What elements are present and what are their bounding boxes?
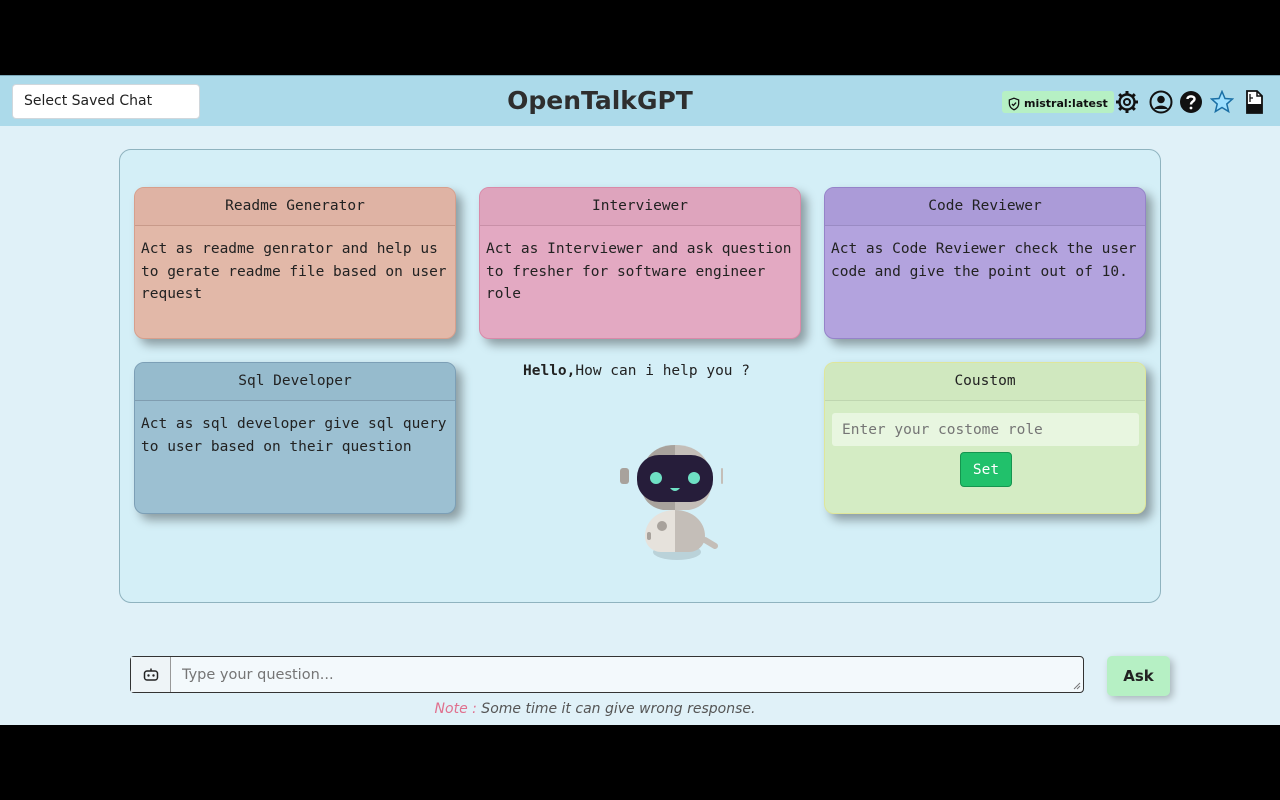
greeting-question: How can i help you ?: [575, 363, 750, 379]
role-card-description: Act as readme genrator and help us to ge…: [141, 241, 447, 302]
role-card-title: Code Reviewer: [825, 188, 1145, 226]
role-card-description: Act as Code Reviewer check the user code…: [831, 241, 1137, 280]
question-box: [130, 656, 1084, 693]
role-card-code-reviewer[interactable]: Code Reviewer Act as Code Reviewer check…: [824, 187, 1146, 339]
role-card-title: Coustom: [825, 363, 1145, 401]
custom-role-input[interactable]: [832, 413, 1139, 446]
greeting-text: Hello,How can i help you ?: [523, 363, 750, 379]
app-root: Select Saved Chat OpenTalkGPT mistral:la…: [0, 75, 1280, 725]
shield-check-icon: [1008, 96, 1020, 111]
model-name: mistral:latest: [1024, 97, 1108, 110]
settings-gear-icon[interactable]: [1114, 89, 1140, 115]
help-icon[interactable]: [1178, 89, 1204, 115]
top-header: Select Saved Chat OpenTalkGPT mistral:la…: [0, 75, 1280, 126]
role-card-title: Interviewer: [480, 188, 800, 226]
resize-grip-icon[interactable]: [1073, 682, 1081, 690]
note-text: Some time it can give wrong response.: [476, 701, 756, 717]
role-card-description: Act as sql developer give sql query to u…: [141, 416, 447, 455]
robot-icon: [131, 657, 171, 692]
user-profile-icon[interactable]: [1148, 89, 1174, 115]
model-badge[interactable]: mistral:latest: [1002, 91, 1114, 113]
role-card-title: Readme Generator: [135, 188, 455, 226]
set-custom-role-button[interactable]: Set: [960, 452, 1012, 487]
ask-button[interactable]: Ask: [1107, 656, 1170, 696]
star-icon[interactable]: [1209, 89, 1235, 115]
robot-mascot-image: [620, 445, 723, 560]
role-panel: Readme Generator Act as readme genrator …: [119, 149, 1161, 603]
role-card-custom: Coustom Set: [824, 362, 1146, 514]
note-label: Note :: [434, 701, 477, 717]
rag-document-icon[interactable]: [1241, 89, 1267, 115]
question-input[interactable]: [171, 657, 1083, 692]
role-card-title: Sql Developer: [135, 363, 455, 401]
disclaimer-note: Note : Some time it can give wrong respo…: [0, 701, 1190, 717]
role-card-interviewer[interactable]: Interviewer Act as Interviewer and ask q…: [479, 187, 801, 339]
greeting-bold: Hello,: [523, 363, 576, 379]
role-card-readme-generator[interactable]: Readme Generator Act as readme genrator …: [134, 187, 456, 339]
role-card-description: Act as Interviewer and ask question to f…: [486, 241, 792, 302]
role-card-sql-developer[interactable]: Sql Developer Act as sql developer give …: [134, 362, 456, 514]
